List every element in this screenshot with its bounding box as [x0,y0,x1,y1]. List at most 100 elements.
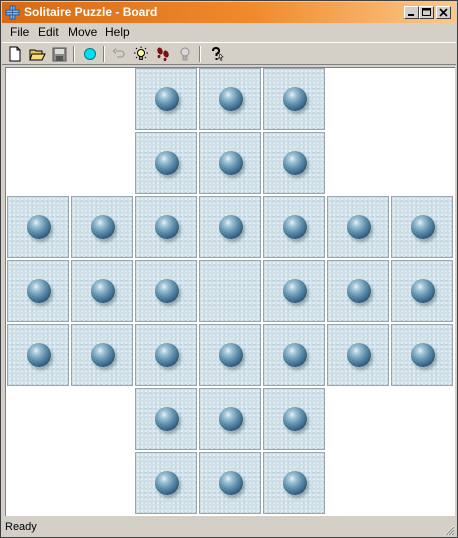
menu-help[interactable]: Help [104,25,131,40]
toolbar [2,42,456,65]
toolbar-separator [103,46,105,62]
board-cell[interactable] [135,388,197,450]
toolbar-separator [199,46,201,62]
board-cell[interactable] [263,452,325,514]
peg[interactable] [283,343,307,367]
undo-button[interactable] [109,45,129,63]
peg[interactable] [411,215,435,239]
undo-icon [112,48,125,58]
board-cell[interactable] [263,68,325,130]
board-cell[interactable] [327,324,389,386]
board-cell[interactable] [199,68,261,130]
peg[interactable] [283,407,307,431]
board-cell[interactable] [199,452,261,514]
footsteps-icon [157,47,169,62]
menu-bar: File Edit Move Help [2,23,456,42]
save-button[interactable] [49,45,69,63]
board-cell[interactable] [199,260,261,322]
menu-file[interactable]: File [9,25,30,40]
minimize-icon [408,14,414,16]
menu-edit[interactable]: Edit [37,25,60,40]
peg[interactable] [411,343,435,367]
new-button[interactable] [5,45,25,63]
menu-move[interactable]: Move [67,25,98,40]
board-cell[interactable] [263,388,325,450]
board-cell[interactable] [327,196,389,258]
app-grid-icon [5,5,20,20]
peg[interactable] [347,279,371,303]
board-cell[interactable] [263,324,325,386]
board-cell[interactable] [199,132,261,194]
window-title: Solitaire Puzzle - Board [24,5,158,19]
board-cell[interactable] [135,68,197,130]
board-cell[interactable] [135,324,197,386]
hint-button[interactable] [131,45,151,63]
solve-button[interactable] [175,45,195,63]
board-cell[interactable] [391,196,453,258]
peg[interactable] [283,279,307,303]
board-cell[interactable] [135,132,197,194]
peg[interactable] [155,471,179,495]
board-cell[interactable] [71,196,133,258]
peg[interactable] [219,407,243,431]
board-cell[interactable] [263,260,325,322]
resize-grip-icon[interactable] [443,524,455,536]
toolbar-separator [73,46,75,62]
peg[interactable] [27,343,51,367]
title-bar[interactable]: Solitaire Puzzle - Board [2,2,456,23]
peg[interactable] [219,215,243,239]
help-button[interactable] [206,45,226,63]
peg[interactable] [155,151,179,175]
peg[interactable] [283,471,307,495]
peg[interactable] [219,471,243,495]
board-cell[interactable] [327,260,389,322]
peg[interactable] [155,343,179,367]
peg[interactable] [91,215,115,239]
board-cell[interactable] [135,196,197,258]
peg[interactable] [219,87,243,111]
board-cell[interactable] [135,260,197,322]
peg[interactable] [155,215,179,239]
maximize-icon [422,8,431,16]
status-text: Ready [5,521,37,533]
game-board[interactable] [5,67,455,516]
board-cell[interactable] [7,260,69,322]
peg[interactable] [27,215,51,239]
close-icon [439,8,448,17]
board-cell[interactable] [391,260,453,322]
board-cell[interactable] [7,324,69,386]
peg[interactable] [155,87,179,111]
peg[interactable] [283,215,307,239]
peg[interactable] [219,343,243,367]
peg[interactable] [347,215,371,239]
board-cell[interactable] [199,324,261,386]
peg[interactable] [347,343,371,367]
peg[interactable] [27,279,51,303]
minimize-button[interactable] [404,6,419,19]
maximize-button[interactable] [419,6,434,19]
board-cell[interactable] [391,324,453,386]
peg[interactable] [283,151,307,175]
close-button[interactable] [436,6,451,19]
peg[interactable] [155,407,179,431]
board-cell[interactable] [199,388,261,450]
board-cell[interactable] [135,452,197,514]
peg[interactable] [155,279,179,303]
replay-moves-button[interactable] [153,45,173,63]
peg[interactable] [91,343,115,367]
board-cell[interactable] [7,196,69,258]
board-cell[interactable] [263,132,325,194]
new-document-icon [9,46,21,62]
open-folder-icon [28,49,46,60]
peg[interactable] [283,87,307,111]
open-button[interactable] [27,45,47,63]
save-disk-icon [52,47,66,61]
peg[interactable] [91,279,115,303]
peg[interactable] [219,151,243,175]
board-cell[interactable] [263,196,325,258]
board-cell[interactable] [71,324,133,386]
board-cell[interactable] [199,196,261,258]
peg-color-button[interactable] [80,45,100,63]
board-cell[interactable] [71,260,133,322]
peg[interactable] [411,279,435,303]
